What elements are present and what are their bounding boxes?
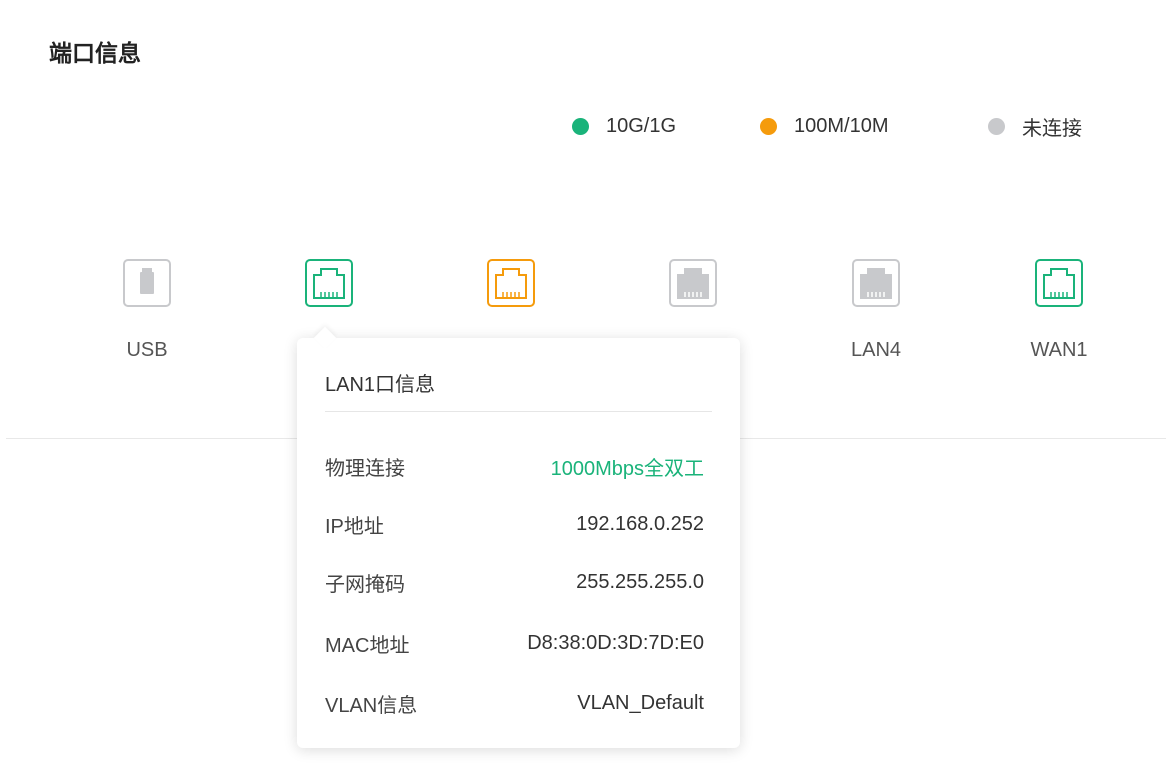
- tooltip-title: LAN1口信息: [325, 374, 436, 396]
- info-label: IP地址: [325, 515, 384, 538]
- ethernet-port-icon: [487, 259, 535, 307]
- info-label: MAC地址: [325, 634, 410, 657]
- legend-dot-gray: [988, 117, 1005, 135]
- port-label: WAN1: [1030, 339, 1088, 361]
- port-label: LAN4: [850, 339, 902, 361]
- legend-label: 未连接: [1022, 117, 1082, 140]
- tooltip-divider: [325, 411, 712, 412]
- info-value: D8:38:0D:3D:7D:E0: [527, 631, 704, 654]
- info-value: 255.255.255.0: [576, 570, 704, 593]
- legend-dot-green: [572, 117, 589, 135]
- ethernet-port-icon: [305, 259, 353, 307]
- info-row-subnet-mask: 子网掩码 255.255.255.0: [325, 567, 704, 597]
- info-row-mac-address: MAC地址 D8:38:0D:3D:7D:E0: [325, 628, 704, 658]
- info-value: 1000Mbps全双工: [550, 457, 704, 480]
- section-title: 端口信息: [49, 40, 141, 66]
- ethernet-port-icon: [852, 259, 900, 307]
- ethernet-port-icon: [1035, 259, 1083, 307]
- legend-label: 100M/10M: [794, 114, 889, 137]
- info-row-ip-address: IP地址 192.168.0.252: [325, 509, 704, 539]
- port-label: USB: [126, 339, 168, 361]
- legend-item-100m-10m: 100M/10M: [760, 113, 889, 139]
- info-value: 192.168.0.252: [576, 512, 704, 535]
- port-info-tooltip: LAN1口信息 物理连接 1000Mbps全双工 IP地址 192.168.0.…: [297, 326, 740, 748]
- info-label: 物理连接: [325, 457, 405, 480]
- info-row-vlan: VLAN信息 VLAN_Default: [325, 688, 704, 718]
- port-info-page: 端口信息 10G/1G 100M/10M 未连接 USB LAN4 WAN1 L…: [0, 0, 1166, 771]
- legend-dot-orange: [760, 117, 777, 135]
- info-label: 子网掩码: [325, 573, 405, 596]
- usb-port-icon: [123, 259, 171, 307]
- legend-item-disconnected: 未连接: [988, 113, 1082, 140]
- port-usb[interactable]: USB: [87, 258, 207, 368]
- port-wan1[interactable]: WAN1: [999, 258, 1119, 368]
- port-lan4[interactable]: LAN4: [816, 258, 936, 368]
- info-row-physical-link: 物理连接 1000Mbps全双工: [325, 451, 704, 481]
- legend-label: 10G/1G: [606, 114, 677, 137]
- legend-item-10g-1g: 10G/1G: [572, 113, 676, 139]
- info-value: VLAN_Default: [577, 691, 704, 714]
- info-label: VLAN信息: [325, 694, 418, 717]
- ethernet-port-icon: [669, 259, 717, 307]
